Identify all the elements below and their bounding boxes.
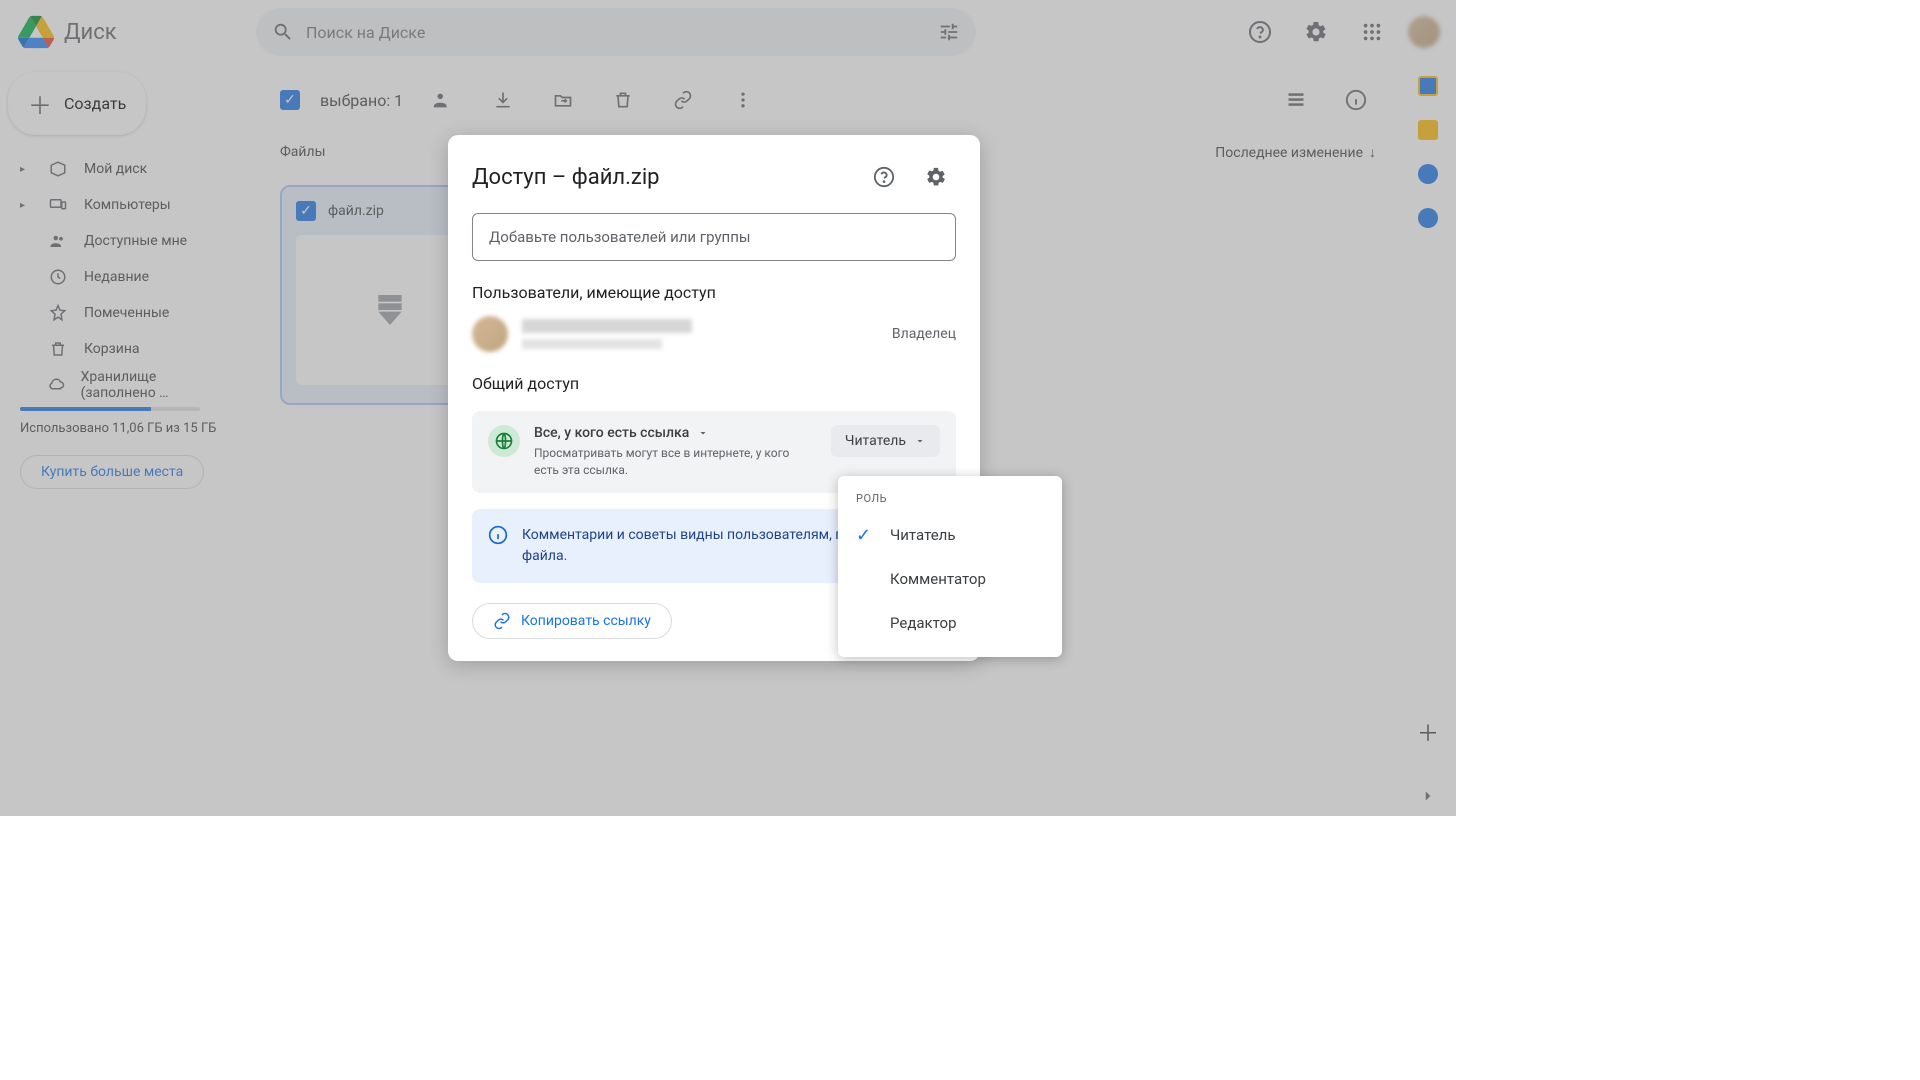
role-option-reader[interactable]: ✓Читатель xyxy=(838,513,1062,557)
general-access-header: Общий доступ xyxy=(472,374,956,393)
role-dropdown[interactable]: Читатель xyxy=(831,425,940,457)
user-email xyxy=(522,339,662,349)
add-people-input[interactable]: Добавьте пользователей или группы xyxy=(472,213,956,261)
link-access-description: Просматривать могут все в интернете, у к… xyxy=(534,445,817,479)
role-menu: РОЛЬ ✓Читатель Комментатор Редактор xyxy=(838,476,1062,657)
user-row: Владелец xyxy=(472,316,956,352)
info-icon xyxy=(488,525,508,567)
link-access-dropdown[interactable]: Все, у кого есть ссылка xyxy=(534,425,817,441)
check-icon: ✓ xyxy=(856,525,876,546)
owner-label: Владелец xyxy=(892,326,956,342)
users-header: Пользователи, имеющие доступ xyxy=(472,283,956,302)
copy-link-button[interactable]: Копировать ссылку xyxy=(472,603,672,639)
user-avatar xyxy=(472,316,508,352)
role-option-commenter[interactable]: Комментатор xyxy=(838,557,1062,601)
role-option-editor[interactable]: Редактор xyxy=(838,601,1062,645)
settings-icon[interactable] xyxy=(916,157,956,197)
link-icon xyxy=(493,612,511,630)
chevron-down-icon xyxy=(697,427,709,439)
chevron-down-icon xyxy=(914,435,926,447)
role-menu-header: РОЛЬ xyxy=(838,488,1062,513)
globe-icon xyxy=(488,425,520,457)
modal-title: Доступ – файл.zip xyxy=(472,165,852,190)
help-icon[interactable] xyxy=(864,157,904,197)
user-name xyxy=(522,319,692,333)
